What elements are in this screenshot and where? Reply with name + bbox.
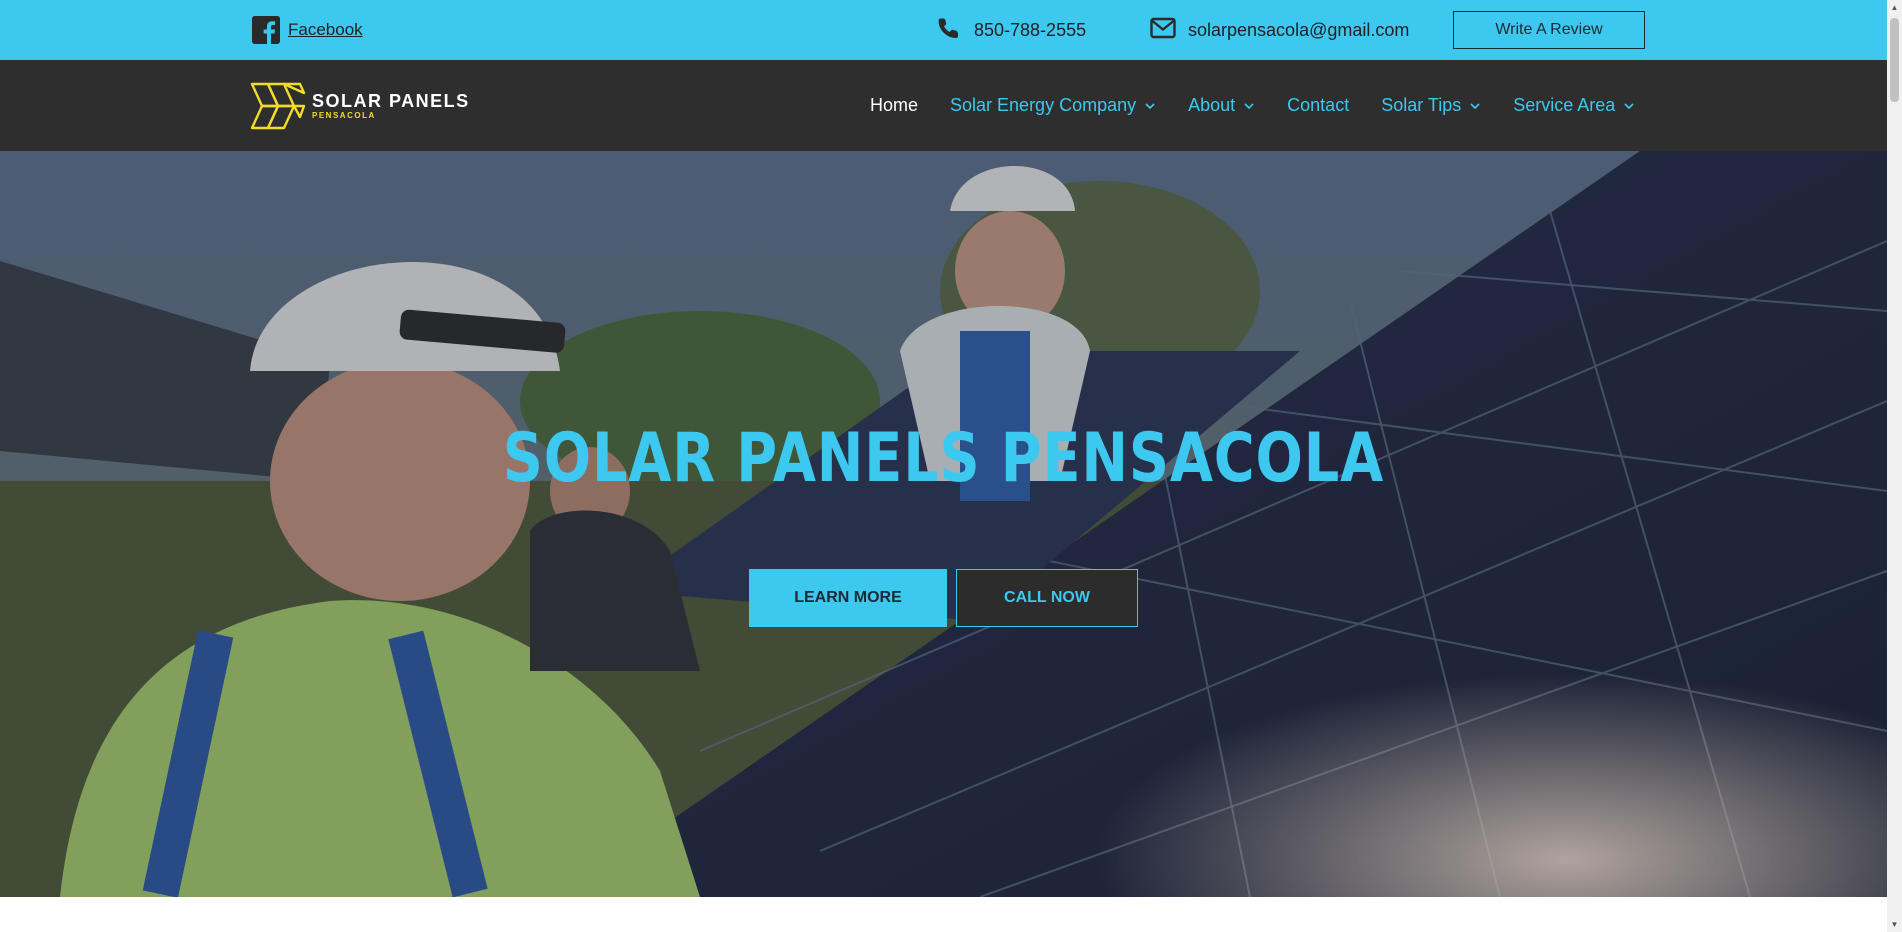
nav-item-about[interactable]: About xyxy=(1188,95,1255,116)
logo-subtitle: PENSACOLA xyxy=(312,111,376,120)
chevron-down-icon[interactable] xyxy=(1623,100,1635,112)
top-contact-bar: Facebook 850-788-2555 solarpensacola@gma… xyxy=(0,0,1887,60)
learn-more-button[interactable]: LEARN MORE xyxy=(749,569,947,627)
nav-item-label[interactable]: Solar Tips xyxy=(1381,95,1461,116)
phone-number[interactable]: 850-788-2555 xyxy=(974,20,1086,41)
nav-item-solar-energy-company[interactable]: Solar Energy Company xyxy=(950,95,1156,116)
email-address[interactable]: solarpensacola@gmail.com xyxy=(1188,20,1409,41)
page-scrollbar[interactable]: ▲ ▼ xyxy=(1887,0,1902,932)
phone-icon xyxy=(936,16,960,45)
main-navbar: SOLAR PANELS PENSACOLA Home Solar Energy… xyxy=(0,60,1887,151)
logo-title: SOLAR PANELS xyxy=(312,91,470,111)
primary-menu: Home Solar Energy Company About Contact … xyxy=(870,60,1635,151)
nav-item-label[interactable]: Solar Energy Company xyxy=(950,95,1136,116)
nav-item-label[interactable]: Service Area xyxy=(1513,95,1615,116)
phone-link[interactable]: 850-788-2555 xyxy=(936,16,1086,44)
nav-item-label[interactable]: Contact xyxy=(1287,95,1349,116)
nav-item-label[interactable]: Home xyxy=(870,95,918,116)
envelope-icon xyxy=(1150,17,1176,44)
email-link[interactable]: solarpensacola@gmail.com xyxy=(1150,16,1409,44)
hero-section: SOLAR PANELS PENSACOLA LEARN MORE CALL N… xyxy=(0,151,1887,897)
scroll-thumb[interactable] xyxy=(1890,18,1899,102)
nav-item-home[interactable]: Home xyxy=(870,95,918,116)
chevron-down-icon[interactable] xyxy=(1144,100,1156,112)
solar-panel-logo-icon xyxy=(250,82,306,130)
scroll-down-arrow-icon[interactable]: ▼ xyxy=(1890,920,1899,929)
facebook-link[interactable]: Facebook xyxy=(252,16,363,44)
write-review-button[interactable]: Write A Review xyxy=(1453,11,1645,49)
chevron-down-icon[interactable] xyxy=(1469,100,1481,112)
hero-title: SOLAR PANELS PENSACOLA xyxy=(502,419,1385,498)
scroll-up-arrow-icon[interactable]: ▲ xyxy=(1890,3,1899,12)
facebook-label[interactable]: Facebook xyxy=(288,20,363,40)
nav-item-contact[interactable]: Contact xyxy=(1287,95,1349,116)
site-logo[interactable]: SOLAR PANELS PENSACOLA xyxy=(250,80,470,132)
chevron-down-icon[interactable] xyxy=(1243,100,1255,112)
nav-item-service-area[interactable]: Service Area xyxy=(1513,95,1635,116)
nav-item-label[interactable]: About xyxy=(1188,95,1235,116)
facebook-icon xyxy=(252,16,280,44)
call-now-button[interactable]: CALL NOW xyxy=(956,569,1138,627)
hero-background-image xyxy=(0,151,1887,897)
nav-item-solar-tips[interactable]: Solar Tips xyxy=(1381,95,1481,116)
